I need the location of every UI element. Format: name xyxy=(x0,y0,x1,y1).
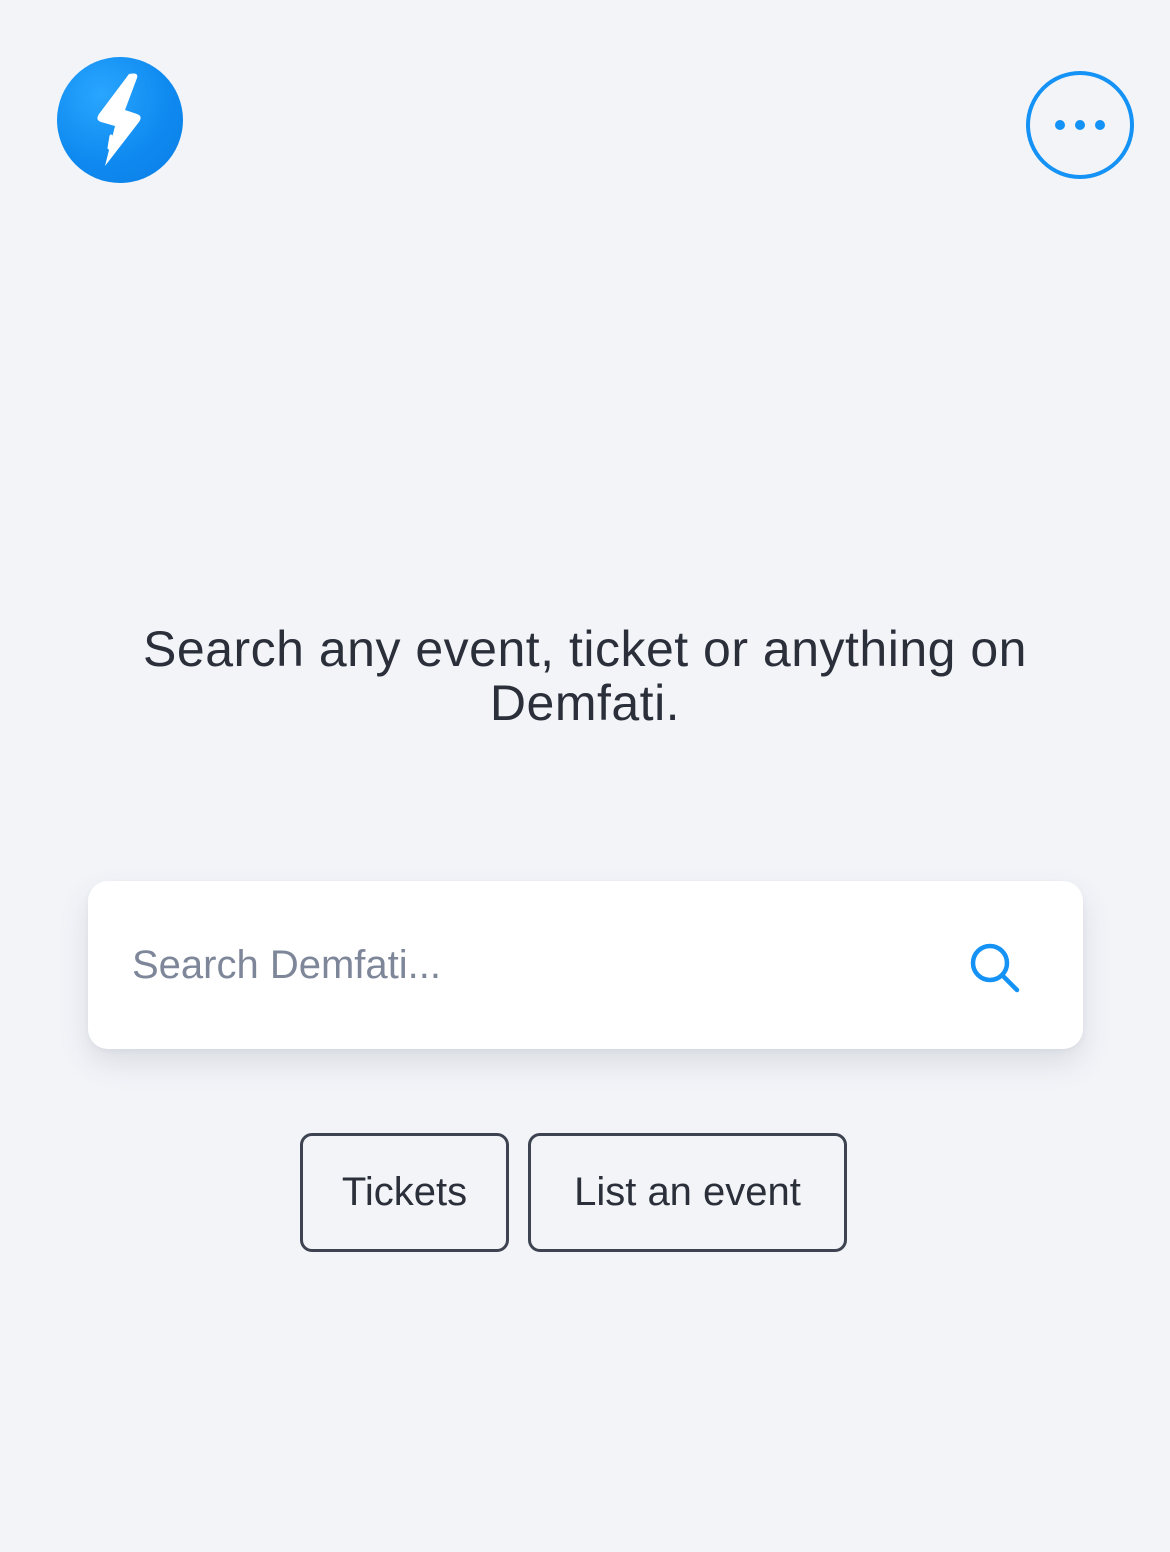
page-headline: Search any event, ticket or anything on … xyxy=(143,621,1027,731)
lightning-bolt-icon xyxy=(97,73,141,166)
search-icon xyxy=(970,943,1020,993)
demfati-logo[interactable] xyxy=(57,57,183,183)
more-horizontal-icon xyxy=(1055,120,1105,130)
search-bar xyxy=(88,881,1083,1049)
quick-actions: Tickets List an event xyxy=(300,1133,847,1252)
tickets-button[interactable]: Tickets xyxy=(300,1133,509,1252)
search-button[interactable] xyxy=(968,941,1022,995)
more-options-button[interactable] xyxy=(1026,71,1134,179)
search-input[interactable] xyxy=(132,931,932,999)
list-an-event-button[interactable]: List an event xyxy=(528,1133,847,1252)
